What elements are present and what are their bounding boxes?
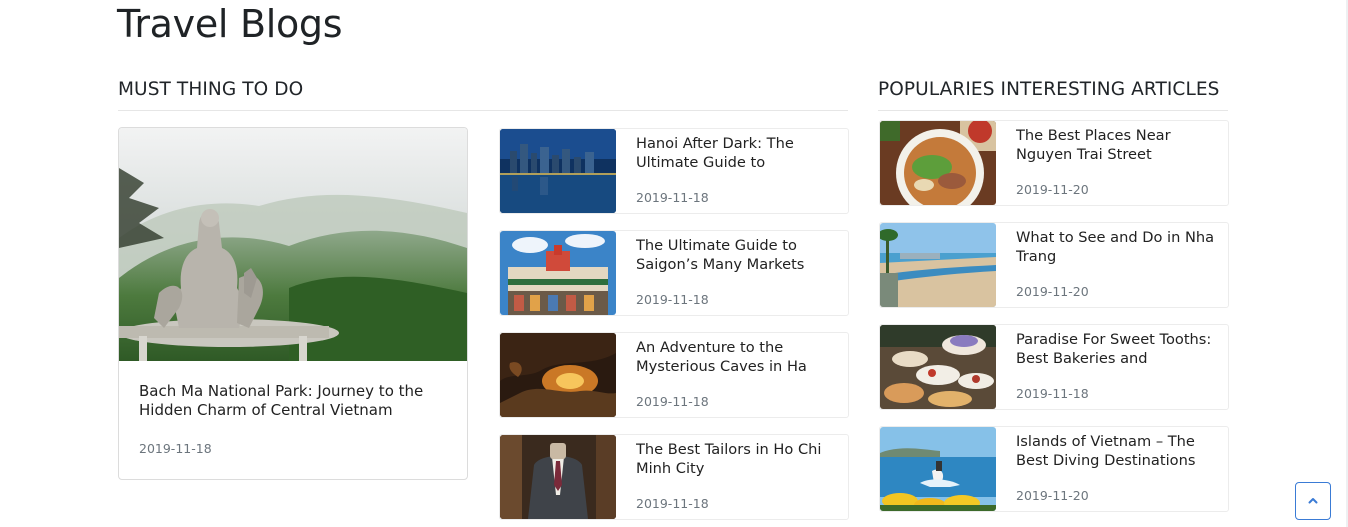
- article-date: 2019-11-18: [636, 394, 709, 409]
- article-thumbnail: [500, 231, 616, 315]
- article-thumbnail: [880, 223, 996, 307]
- featured-article-date: 2019-11-18: [139, 441, 212, 456]
- article-thumbnail: [880, 325, 996, 409]
- article-thumbnail: [500, 129, 616, 213]
- featured-article-title[interactable]: Bach Ma National Park: Journey to the Hi…: [139, 382, 439, 420]
- popular-item[interactable]: Islands of Vietnam – The Best Diving Des…: [879, 426, 1229, 512]
- must-do-item[interactable]: The Best Tailors in Ho Chi Minh City 201…: [499, 434, 849, 520]
- article-title[interactable]: Hanoi After Dark: The Ultimate Guide to: [636, 134, 836, 172]
- article-title[interactable]: The Ultimate Guide to Saigon’s Many Mark…: [636, 236, 836, 274]
- article-title[interactable]: The Best Places Near Nguyen Trai Street: [1016, 126, 1216, 164]
- featured-article-image: [119, 128, 467, 361]
- popular-item[interactable]: The Best Places Near Nguyen Trai Street …: [879, 120, 1229, 206]
- must-do-item[interactable]: An Adventure to the Mysterious Caves in …: [499, 332, 849, 418]
- article-thumbnail: [880, 121, 996, 205]
- featured-article-card[interactable]: Bach Ma National Park: Journey to the Hi…: [118, 127, 468, 480]
- article-thumbnail: [500, 333, 616, 417]
- article-date: 2019-11-20: [1016, 182, 1089, 197]
- popular-item[interactable]: Paradise For Sweet Tooths: Best Bakeries…: [879, 324, 1229, 410]
- article-date: 2019-11-18: [636, 292, 709, 307]
- popular-heading: POPULARIES INTERESTING ARTICLES: [878, 79, 1220, 100]
- article-date: 2019-11-20: [1016, 284, 1089, 299]
- article-title[interactable]: The Best Tailors in Ho Chi Minh City: [636, 440, 836, 478]
- article-title[interactable]: Paradise For Sweet Tooths: Best Bakeries…: [1016, 330, 1216, 368]
- must-do-item[interactable]: Hanoi After Dark: The Ultimate Guide to …: [499, 128, 849, 214]
- article-date: 2019-11-18: [636, 496, 709, 511]
- chevron-up-icon: [1308, 498, 1318, 504]
- must-do-divider: [118, 110, 848, 111]
- article-thumbnail: [500, 435, 616, 519]
- popular-item[interactable]: What to See and Do in Nha Trang 2019-11-…: [879, 222, 1229, 308]
- article-title[interactable]: An Adventure to the Mysterious Caves in …: [636, 338, 836, 376]
- back-to-top-button[interactable]: [1295, 482, 1331, 520]
- article-date: 2019-11-18: [1016, 386, 1089, 401]
- article-date: 2019-11-20: [1016, 488, 1089, 503]
- page-title: Travel Blogs: [117, 2, 343, 46]
- must-do-heading: MUST THING TO DO: [118, 79, 304, 100]
- article-title[interactable]: Islands of Vietnam – The Best Diving Des…: [1016, 432, 1216, 470]
- article-title[interactable]: What to See and Do in Nha Trang: [1016, 228, 1216, 266]
- must-do-item[interactable]: The Ultimate Guide to Saigon’s Many Mark…: [499, 230, 849, 316]
- article-date: 2019-11-18: [636, 190, 709, 205]
- popular-divider: [878, 110, 1228, 111]
- article-thumbnail: [880, 427, 996, 511]
